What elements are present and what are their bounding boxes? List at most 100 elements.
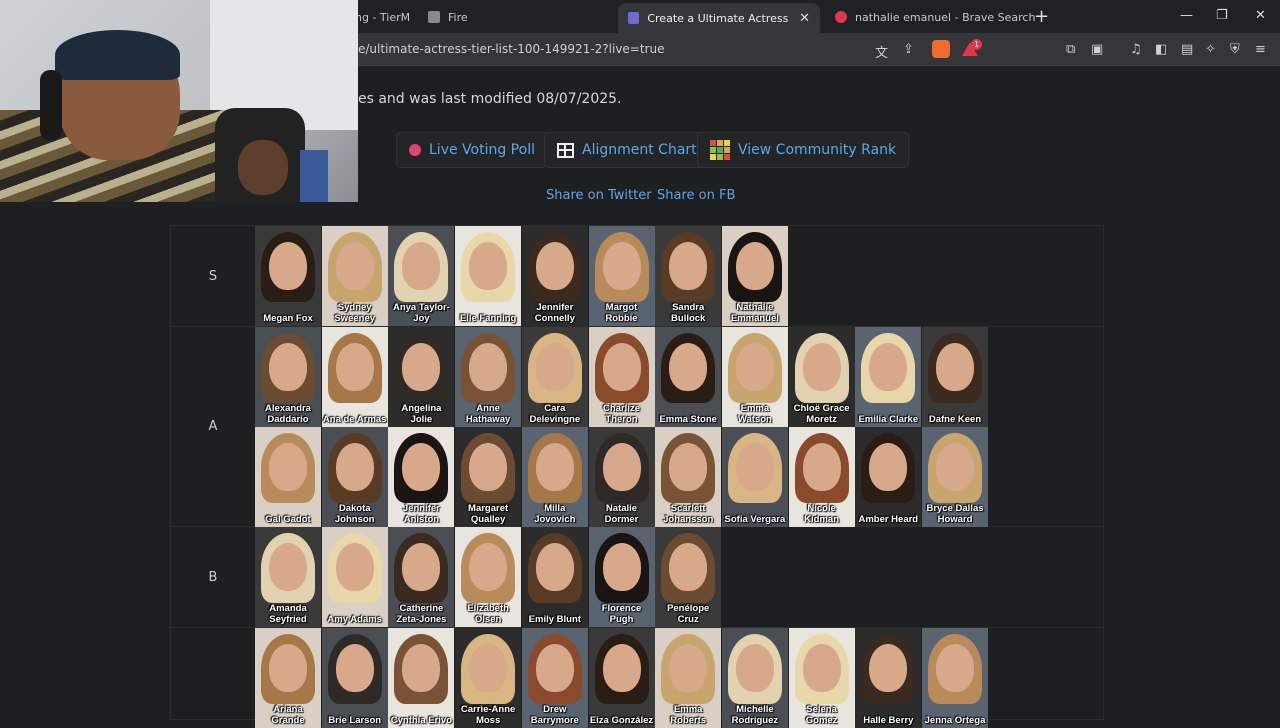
tier-item[interactable]: Elle Fanning [455, 226, 522, 326]
portrait-face [335, 543, 374, 591]
tier-item-name: Anne Hathaway [465, 403, 511, 425]
tier-item[interactable]: Megan Fox [255, 226, 321, 326]
portrait-face [602, 644, 641, 692]
portrait-face [802, 443, 841, 491]
tier-item[interactable]: Florence Pugh [588, 527, 655, 627]
music-icon[interactable]: ♫ [1130, 42, 1142, 57]
tier-item[interactable]: Emma Stone [655, 327, 722, 427]
tier-item[interactable]: Amanda Seyfried [255, 527, 321, 627]
tier-item[interactable]: Anya Taylor-Joy [388, 226, 455, 326]
tier-item[interactable]: Milla Jovovich [521, 427, 588, 527]
tier-item-name: Ariana Grande [271, 704, 305, 726]
tier-item-name: Elle Fanning [459, 313, 517, 324]
tier-item[interactable]: Eiza González [588, 628, 655, 728]
share-fb-link[interactable]: Share on FB [657, 188, 735, 203]
minimize-icon[interactable]: — [1180, 8, 1193, 23]
tier-item[interactable]: Dafne Keen [922, 327, 988, 427]
tier-item[interactable]: Cara Delevingne [521, 327, 588, 427]
tier-item[interactable]: Emma Watson [721, 327, 788, 427]
tab-create-ultimate-actress[interactable]: Create a Ultimate Actress (1000+ ✕ [618, 3, 820, 33]
tier-item-name: Jenna Ortega [924, 715, 986, 726]
portrait-face [535, 242, 574, 290]
vpn-icon[interactable]: ⛨ [1230, 42, 1240, 57]
tier-item-name: Alexandra Daddario [265, 403, 311, 425]
tier-item[interactable]: Nicole Kidman [788, 427, 855, 527]
tier-item[interactable]: Chloë Grace Moretz [788, 327, 855, 427]
address-bar[interactable]: e/ultimate-actress-tier-list-100-149921-… [358, 42, 665, 56]
tier-item[interactable]: Sydney Sweeney [321, 226, 388, 326]
tier-item[interactable]: Gal Gadot [255, 427, 321, 527]
portrait-face [402, 543, 441, 591]
close-window-icon[interactable]: ✕ [1255, 8, 1266, 23]
live-voting-poll-button[interactable]: Live Voting Poll [396, 132, 548, 168]
tier-item[interactable]: Anne Hathaway [455, 327, 522, 427]
tier-item[interactable]: Amy Adams [321, 527, 388, 627]
tier-row-c: Ariana Grande Brie Larson Cynthia Erivo Car… [171, 628, 1105, 728]
tier-item[interactable]: Emma Roberts [655, 628, 722, 728]
tier-item[interactable]: Emily Blunt [521, 527, 588, 627]
tier-item[interactable]: Scarlett Johansson [655, 427, 722, 527]
tier-item[interactable]: Amber Heard [855, 427, 922, 527]
new-tab-icon[interactable]: + [1034, 6, 1049, 27]
translate-icon[interactable]: 文 [875, 42, 888, 61]
tier-item[interactable]: Elizabeth Olsen [455, 527, 522, 627]
tier-item[interactable]: Charlize Theron [588, 327, 655, 427]
tier-item[interactable]: Angelina Jolie [388, 327, 455, 427]
tier-item[interactable]: Nathalie Emmanuel [721, 226, 788, 326]
leo-ai-icon[interactable]: ✧ [1205, 42, 1216, 57]
rewards-badge: 1 [971, 39, 982, 50]
tier-item[interactable]: Drew Barrymore [521, 628, 588, 728]
tier-item[interactable]: Bryce Dallas Howard [922, 427, 988, 527]
brave-shields-icon[interactable] [932, 40, 950, 58]
portrait-face [402, 343, 441, 391]
tab-fire[interactable]: Fire [418, 4, 478, 30]
share-icon[interactable]: ⇪ [903, 42, 914, 57]
tier-item[interactable]: Sofia Vergara [721, 427, 788, 527]
tier-item[interactable]: Emilia Clarke [855, 327, 922, 427]
tier-item[interactable]: Cynthia Erivo [388, 628, 455, 728]
tier-item[interactable]: Natalie Dormer [588, 427, 655, 527]
sidebar-icon[interactable]: ◧ [1155, 42, 1167, 57]
share-twitter-link[interactable]: Share on Twitter [546, 188, 652, 203]
tier-item[interactable]: Selena Gomez [788, 628, 855, 728]
tier-item[interactable]: Jenna Ortega [922, 628, 988, 728]
tier-item-name: Margot Robbie [605, 302, 638, 324]
tier-item[interactable]: Catherine Zeta-Jones [388, 527, 455, 627]
tier-item[interactable]: Margaret Qualley [455, 427, 522, 527]
tier-item-name: Emilia Clarke [858, 414, 919, 425]
tier-item[interactable]: Penélope Cruz [655, 527, 722, 627]
restore-icon[interactable]: ❐ [1216, 8, 1228, 23]
tier-item[interactable]: Halle Berry [855, 628, 922, 728]
tab-brave-search[interactable]: nathalie emanuel - Brave Search [825, 4, 1045, 30]
tier-item[interactable]: Ana de Armas [321, 327, 388, 427]
tier-item-name: Milla Jovovich [534, 503, 576, 525]
tier-item[interactable]: Margot Robbie [588, 226, 655, 326]
cap [55, 30, 180, 80]
portrait-face [535, 543, 574, 591]
tier-item-name: Ana de Armas [322, 414, 387, 425]
portrait-face [402, 443, 441, 491]
tier-item[interactable]: Jennifer Connelly [521, 226, 588, 326]
tier-item[interactable]: Alexandra Daddario [255, 327, 321, 427]
tier-item[interactable]: Jennifer Aniston [388, 427, 455, 527]
close-tab-icon[interactable]: ✕ [799, 11, 810, 26]
webcam-overlay [0, 0, 358, 202]
wallet-icon[interactable]: ▤ [1181, 42, 1193, 57]
portrait-face [669, 242, 708, 290]
portrait-face [936, 443, 974, 491]
alignment-chart-button[interactable]: Alignment Chart [544, 132, 710, 168]
tier-item-name: Jennifer Aniston [402, 503, 440, 525]
tier-item-name: Dakota Johnson [334, 503, 375, 525]
tier-item[interactable]: Sandra Bullock [655, 226, 722, 326]
tier-item[interactable]: Ariana Grande [255, 628, 321, 728]
tier-item[interactable]: Carrie-Anne Moss [455, 628, 522, 728]
tier-item[interactable]: Dakota Johnson [321, 427, 388, 527]
tier-item[interactable]: Michelle Rodriguez [721, 628, 788, 728]
portrait-face [735, 343, 774, 391]
extensions-icon[interactable]: ⧉ [1066, 42, 1075, 57]
portrait-face [936, 644, 974, 692]
reader-icon[interactable]: ▣ [1091, 42, 1103, 57]
view-community-rank-button[interactable]: View Community Rank [697, 132, 910, 168]
tier-item[interactable]: Brie Larson [321, 628, 388, 728]
menu-icon[interactable]: ≡ [1255, 42, 1266, 57]
